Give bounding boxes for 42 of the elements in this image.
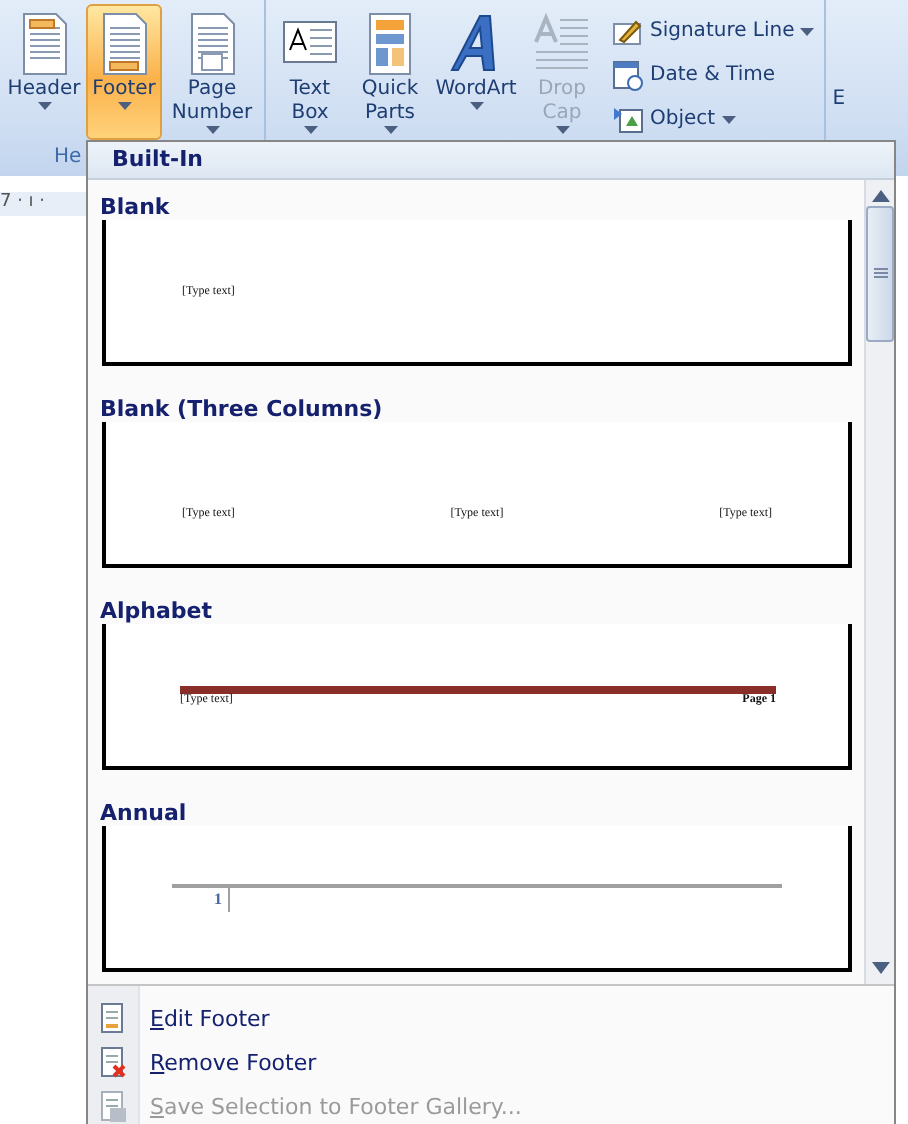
ribbon-button[interactable]: Date & Time (608, 54, 819, 96)
caret-icon (800, 27, 815, 35)
caret-icon (117, 102, 131, 110)
menu-item[interactable]: Remove Footer (88, 1040, 894, 1084)
pen-icon (612, 15, 644, 47)
ribbon-button[interactable]: Quick Parts (352, 4, 428, 140)
grip-icon (873, 268, 887, 280)
ruler: 7 · ı · (0, 192, 88, 216)
page-number-text: 1 (214, 890, 222, 908)
save-document-icon (98, 1090, 126, 1122)
ribbon-button[interactable]: Signature Line (608, 10, 819, 52)
gallery-item-title: Blank (98, 192, 172, 218)
gallery-item-title: Alphabet (98, 596, 215, 622)
caret-icon (383, 126, 397, 134)
document-delete-icon (98, 1046, 126, 1078)
caret-icon (721, 115, 736, 123)
object-icon (612, 103, 644, 135)
gallery-item-title: Annual (98, 798, 189, 824)
ribbon-button[interactable]: Text Box (272, 4, 348, 140)
ribbon-button[interactable]: Header (6, 4, 82, 140)
caret-icon (469, 102, 483, 110)
caret-icon (37, 102, 51, 110)
ribbon-label: E (830, 88, 846, 114)
ribbon-button[interactable]: Object (608, 98, 819, 140)
ribbon-button[interactable]: WordArt (432, 4, 520, 140)
footer-preview[interactable]: 1 (102, 826, 852, 972)
caret-icon (555, 126, 569, 134)
scrollbar[interactable] (864, 180, 894, 984)
document-icon (98, 1002, 126, 1034)
caret-icon (303, 126, 317, 134)
calendar-icon (612, 59, 644, 91)
vertical-rule (228, 887, 230, 911)
ribbon-button[interactable]: Footer (86, 4, 162, 140)
gallery-item-title: Blank (Three Columns) (98, 394, 385, 420)
caret-icon (205, 126, 219, 134)
group-label: He (52, 144, 82, 172)
scroll-thumb[interactable] (866, 206, 894, 342)
menu-item[interactable]: Edit Footer (88, 996, 894, 1040)
scroll-up-icon[interactable] (871, 190, 889, 202)
gallery-heading: Built-In (88, 142, 894, 180)
ribbon-button[interactable]: Page Number (166, 4, 258, 140)
scroll-down-icon[interactable] (871, 962, 889, 974)
